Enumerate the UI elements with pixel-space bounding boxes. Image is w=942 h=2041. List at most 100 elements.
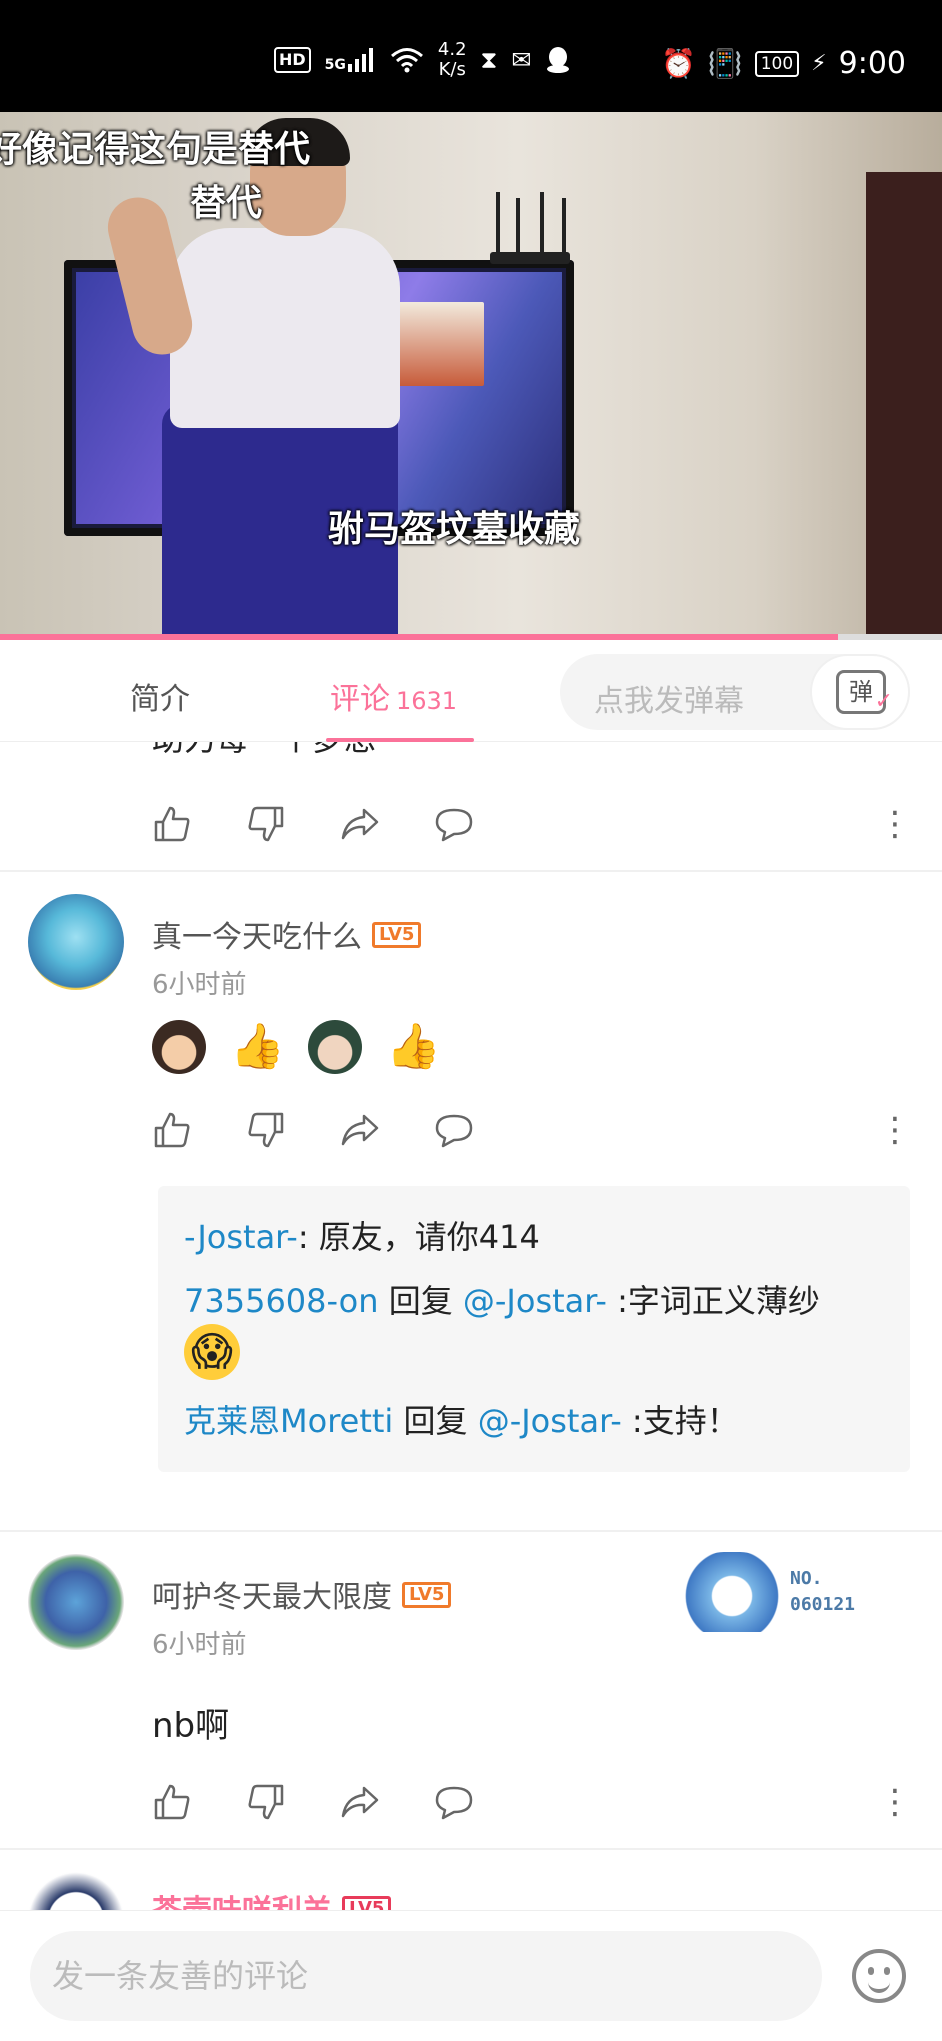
reply-user-link[interactable]: 7355608-on <box>184 1282 379 1320</box>
comment-divider <box>0 870 942 872</box>
dislike-icon[interactable] <box>246 1782 286 1822</box>
comment-text: nb啊 <box>152 1706 230 1746</box>
vibrate-icon: 📳 <box>707 47 743 80</box>
tab-comments-count: 1631 <box>396 687 458 715</box>
comment-actions <box>152 1110 474 1150</box>
like-icon[interactable] <box>152 1110 192 1150</box>
avatar[interactable] <box>28 894 124 990</box>
emoji-icon[interactable] <box>852 1949 906 2003</box>
reply-text: : 原友，请你414 <box>297 1218 540 1256</box>
comment-time: 6小时前 <box>152 970 247 1000</box>
comment-username[interactable]: 呵护冬天最大限度 LV5 <box>152 1572 452 1616</box>
charging-icon: ⚡ <box>811 51 827 76</box>
video-scene-router <box>490 252 570 264</box>
comment-divider <box>0 1848 942 1850</box>
reply-text: :支持！ <box>621 1402 739 1440</box>
reply-line: -Jostar-: 原友，请你414 <box>184 1214 884 1260</box>
video-scene-antenna <box>540 192 544 258</box>
level-badge: LV5 <box>372 921 422 948</box>
level-badge: LV5 <box>402 1581 452 1608</box>
reply-user-link[interactable]: 克莱恩Moretti <box>184 1402 393 1440</box>
signal-icon: 5G <box>325 48 376 72</box>
comment-text-clipped: 助力每一个梦想 <box>152 742 376 760</box>
share-icon[interactable] <box>340 1110 380 1150</box>
mail-icon: ✉ <box>511 46 532 74</box>
more-options-icon[interactable]: ⋮ <box>878 1782 912 1822</box>
like-icon[interactable] <box>152 1782 192 1822</box>
tab-comments[interactable]: 评论 1631 <box>330 674 457 718</box>
avatar[interactable] <box>28 1554 124 1650</box>
character-emoji-icon <box>152 1020 206 1074</box>
reply-user-link[interactable]: -Jostar- <box>184 1218 298 1256</box>
video-scene-tv-picture <box>390 302 484 386</box>
comment-actions <box>152 804 474 844</box>
reply-line: 克莱恩Moretti 回复 @-Jostar- :支持！ <box>184 1398 884 1444</box>
qq-icon <box>546 47 569 73</box>
speed-unit: K/s <box>438 59 466 80</box>
username-text: 呵护冬天最大限度 <box>152 1580 392 1615</box>
video-scene-person-shirt <box>170 228 400 428</box>
fan-badge-number: NO. 060121 <box>790 1566 855 1618</box>
alarm-icon: ⏰ <box>660 47 696 80</box>
reply-keyword: 回复 <box>393 1402 478 1440</box>
danmu-input[interactable]: 点我发弹幕 弹 <box>560 654 910 730</box>
fan-badge-image <box>684 1552 780 1632</box>
reply-keyword: 回复 <box>378 1282 463 1320</box>
share-icon[interactable] <box>340 804 380 844</box>
comment-composer-bar <box>0 1910 942 2041</box>
comment-divider <box>0 1530 942 1532</box>
thumbs-up-emoji: 👍 <box>386 1021 441 1072</box>
reply-icon[interactable] <box>434 804 474 844</box>
network-label: 5G <box>324 57 346 73</box>
dislike-icon[interactable] <box>246 804 286 844</box>
danmu-icon: 弹 <box>836 670 893 721</box>
comment-username[interactable]: 茶壶味咩利羊 LV5 <box>152 1886 392 1910</box>
status-bar-right: ⏰ 📳 100 ⚡ 9:00 <box>661 46 906 81</box>
video-subtitle-middle: 驸马盔坟墓收藏 <box>328 508 581 550</box>
video-scene-door <box>866 172 942 640</box>
more-options-icon[interactable]: ⋮ <box>878 804 912 844</box>
avatar[interactable] <box>28 1872 124 1910</box>
video-scene-antenna <box>496 192 500 258</box>
hourglass-icon: ⧗ <box>480 46 498 74</box>
wifi-icon <box>390 48 423 73</box>
comment-list[interactable]: 助力每一个梦想 ⋮ 真一今天吃什么 LV5 6小时前 👍 👍 ⋮ -Jostar-… <box>0 742 942 1910</box>
tab-intro[interactable]: 简介 <box>130 674 190 718</box>
username-text: 茶壶味咩利羊 <box>152 1894 332 1910</box>
reply-line: 7355608-on 回复 @-Jostar- :字词正义薄纱 😱 <box>184 1278 884 1380</box>
video-subtitle-top-second-line: 替代 <box>190 183 263 224</box>
danmu-placeholder: 点我发弹幕 <box>594 684 744 719</box>
level-badge: LV5 <box>342 1895 392 1910</box>
share-icon[interactable] <box>340 1782 380 1822</box>
thumbs-up-emoji: 👍 <box>230 1021 285 1072</box>
reply-icon[interactable] <box>434 1782 474 1822</box>
comment-actions <box>152 1782 474 1822</box>
like-icon[interactable] <box>152 804 192 844</box>
tab-comments-label: 评论 <box>330 682 390 717</box>
character-emoji-icon <box>308 1020 362 1074</box>
fan-badge-label: NO. <box>790 1568 823 1589</box>
video-subtitle-top: 好像记得这句是替代 <box>0 129 311 170</box>
reply-target-link[interactable]: @-Jostar- <box>463 1282 607 1320</box>
reply-text: :字词正义薄纱 <box>606 1282 820 1320</box>
status-bar: HD 5G 4.2 K/s ⧗ ✉ ⏰ 📳 100 ⚡ 9:00 <box>0 0 942 112</box>
comment-username[interactable]: 真一今天吃什么 LV5 <box>152 912 422 956</box>
dislike-icon[interactable] <box>246 1110 286 1150</box>
video-player[interactable]: 好像记得这句是替代 替代 驸马盔坟墓收藏 <box>0 112 942 640</box>
danmu-toggle-button[interactable]: 弹 <box>810 654 910 730</box>
status-bar-left: HD 5G 4.2 K/s ⧗ ✉ <box>274 40 570 80</box>
reply-icon[interactable] <box>434 1110 474 1150</box>
fan-badge-value: 060121 <box>790 1594 856 1615</box>
hd-badge: HD <box>274 47 311 73</box>
reply-preview-box[interactable]: -Jostar-: 原友，请你414 7355608-on 回复 @-Josta… <box>158 1186 910 1472</box>
speed-value: 4.2 <box>437 39 467 60</box>
tab-bar: 简介 评论 1631 点我发弹幕 弹 <box>0 640 942 742</box>
shocked-emoji: 😱 <box>184 1324 240 1380</box>
battery-icon: 100 <box>754 50 800 77</box>
more-options-icon[interactable]: ⋮ <box>878 1110 912 1150</box>
comment-input[interactable] <box>30 1931 822 2021</box>
network-speed: 4.2 K/s <box>438 40 467 80</box>
clock: 9:00 <box>838 46 906 81</box>
fan-badge: NO. 060121 <box>684 1552 924 1632</box>
reply-target-link[interactable]: @-Jostar- <box>478 1402 622 1440</box>
